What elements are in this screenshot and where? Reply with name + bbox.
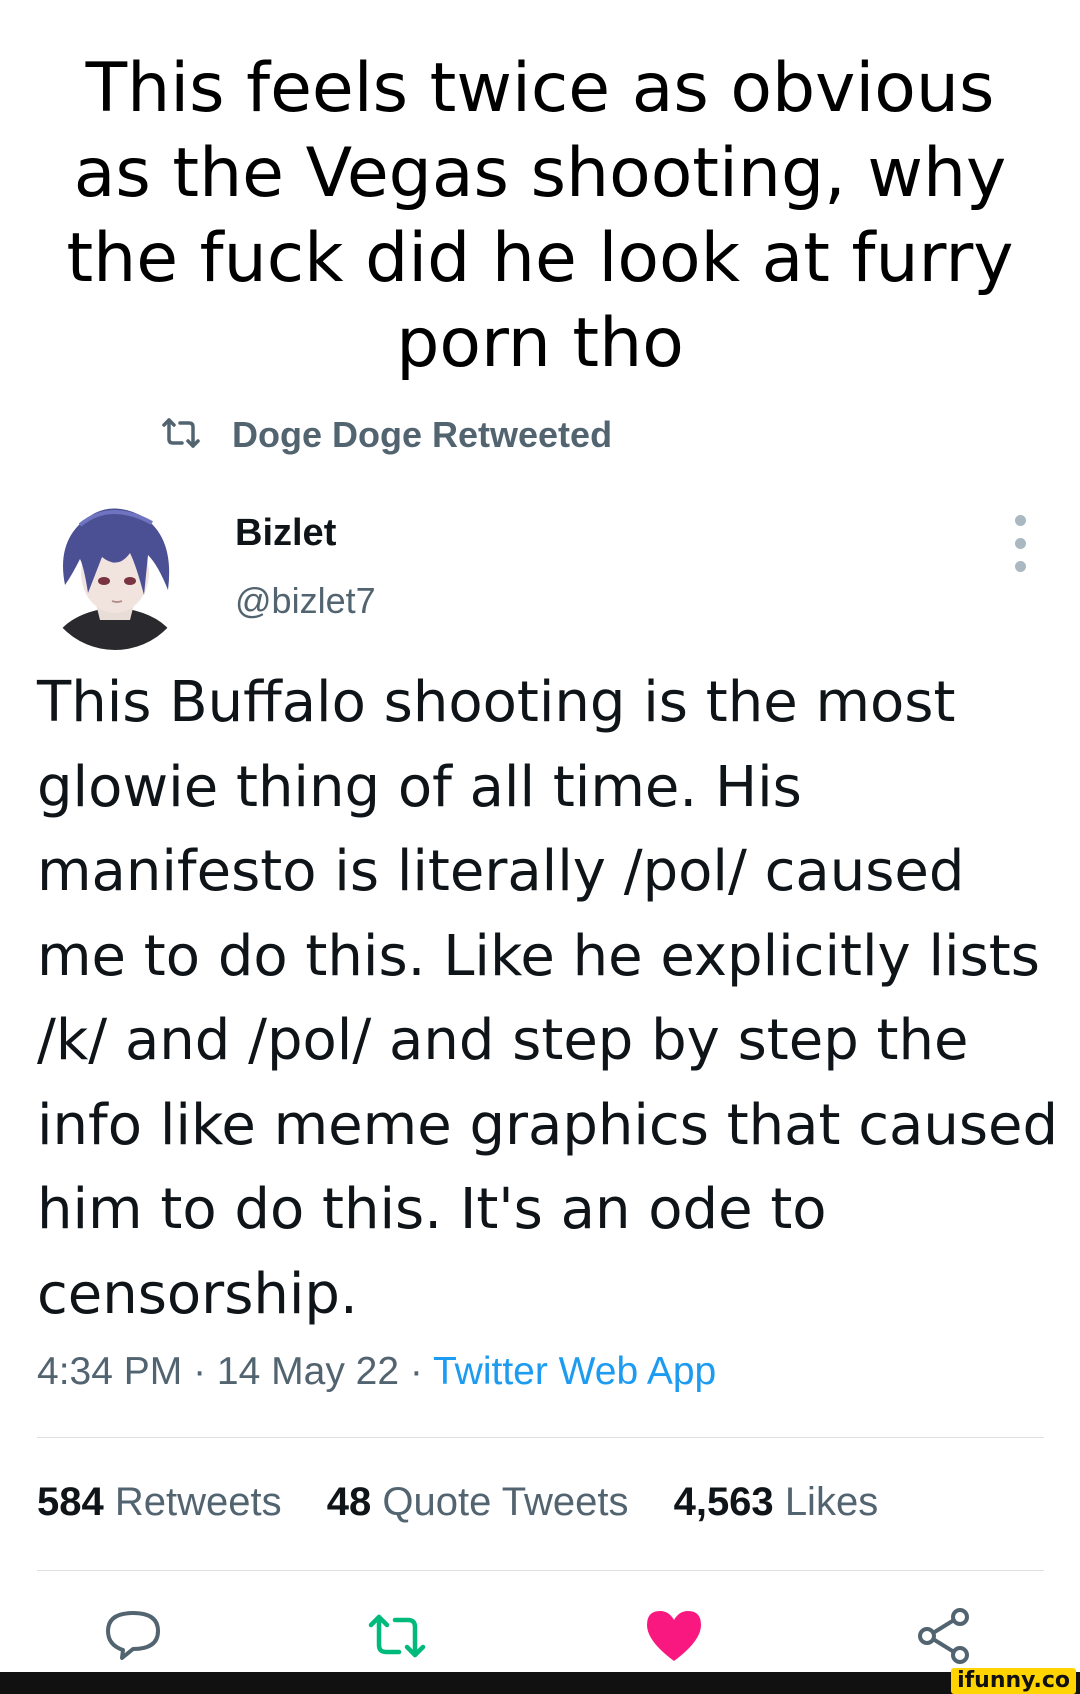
share-icon[interactable] [913,1605,975,1667]
tweet-actions [0,1605,1080,1665]
likes-count: 4,563 [673,1480,774,1524]
avatar[interactable] [40,495,190,650]
tweet-meta: 4:34 PM · 14 May 22 · Twitter Web App [37,1350,716,1394]
retweets-count: 584 [37,1480,104,1524]
tweet-text: This Buffalo shooting is the most glowie… [37,670,1058,1327]
divider [37,1437,1044,1438]
retweet-icon [160,415,202,456]
quote-tweets-stat[interactable]: 48 Quote Tweets [327,1480,629,1524]
author-name[interactable]: Bizlet [235,512,336,555]
watermark: ifunny.co [951,1668,1076,1694]
tweet-source-link[interactable]: Twitter Web App [433,1350,716,1393]
tweet-date: 14 May 22 [216,1350,400,1393]
quote-tweets-label: Quote Tweets [382,1480,629,1524]
author-handle[interactable]: @bizlet7 [235,580,376,622]
retweet-icon[interactable] [366,1605,428,1667]
heart-icon[interactable] [643,1605,705,1667]
divider [37,1570,1044,1571]
reply-icon[interactable] [102,1605,164,1667]
tweet-stats: 584 Retweets 48 Quote Tweets 4,563 Likes [37,1480,912,1525]
retweets-stat[interactable]: 584 Retweets [37,1480,282,1524]
meta-separator: · [399,1350,433,1393]
likes-stat[interactable]: 4,563 Likes [674,1480,879,1524]
meta-separator: · [182,1350,217,1393]
more-vertical-icon[interactable] [1008,515,1032,585]
meme-caption: This feels twice as obvious as the Vegas… [66,49,1014,383]
tweet-time: 4:34 PM [37,1350,183,1393]
quote-tweets-count: 48 [326,1480,372,1524]
retweet-banner-label: Doge Doge Retweeted [232,414,613,455]
bottom-bar [0,1672,1080,1694]
likes-label: Likes [784,1480,879,1524]
retweets-label: Retweets [114,1480,282,1524]
retweet-banner: Doge Doge Retweeted [160,410,612,460]
